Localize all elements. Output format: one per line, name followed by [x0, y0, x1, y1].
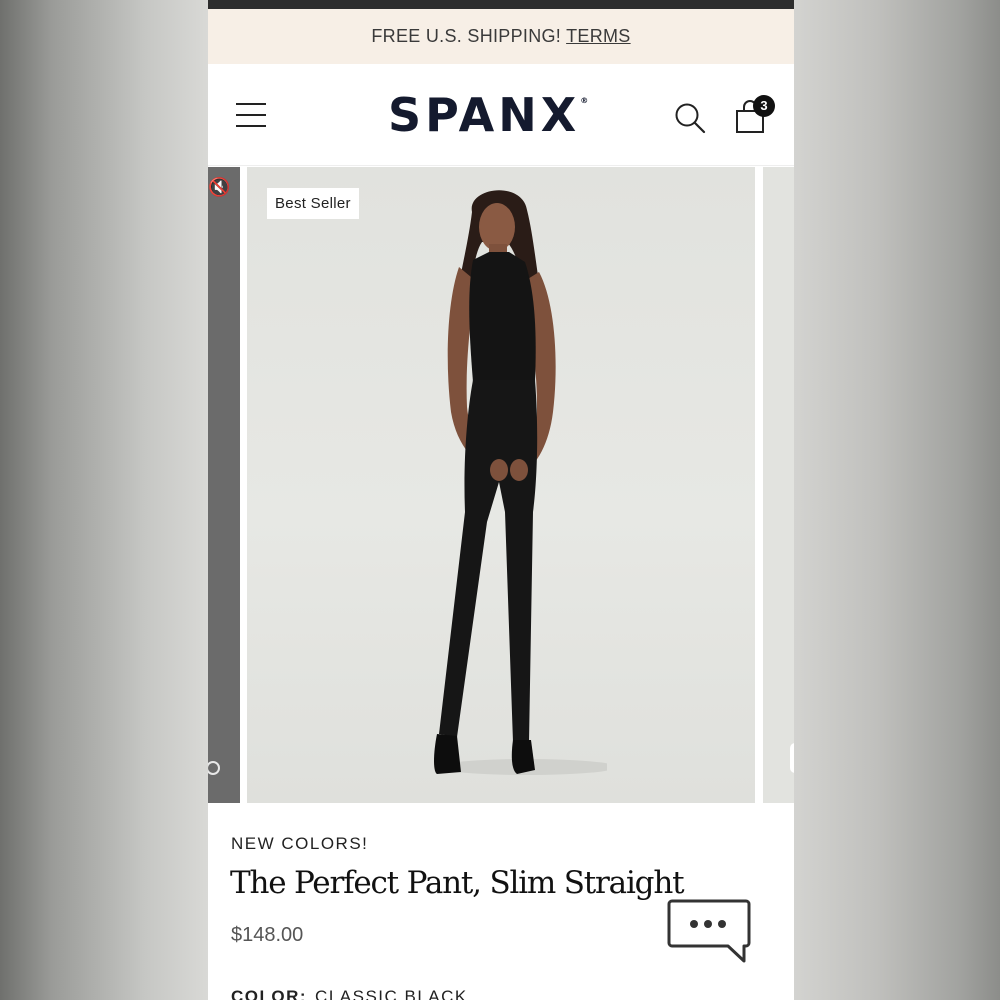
next-slide[interactable] [763, 167, 794, 803]
previous-slide[interactable]: 🔇 [208, 167, 240, 803]
color-label: COLOR: [231, 987, 308, 1000]
product-price: $148.00 [231, 924, 304, 946]
terms-link[interactable]: TERMS [566, 26, 631, 47]
chat-bubble-icon[interactable] [666, 897, 752, 967]
model-illustration [434, 190, 607, 775]
product-title: The Perfect Pant, Slim Straight [230, 865, 685, 901]
site-header: SPANX® 3 [208, 64, 794, 166]
background-right [794, 0, 1000, 1000]
video-control-icon[interactable] [208, 761, 220, 775]
spanx-logo[interactable]: SPANX® [388, 88, 588, 142]
search-icon[interactable] [674, 102, 706, 134]
hamburger-menu-icon[interactable] [236, 103, 266, 127]
promo-text: FREE U.S. SHIPPING! [371, 26, 562, 46]
slide-indicator [790, 743, 794, 773]
cart-count-badge: 3 [753, 95, 775, 117]
color-selector: COLOR: CLASSIC BLACK [231, 987, 468, 1000]
product-image-carousel[interactable]: 🔇 Best Seller [208, 167, 794, 803]
background-left [0, 0, 208, 1000]
mobile-page: FREE U.S. SHIPPING! TERMS SPANX® 3 🔇 Bes… [208, 0, 794, 1000]
best-seller-badge: Best Seller [267, 188, 359, 219]
product-image[interactable]: Best Seller [247, 167, 755, 803]
color-value: CLASSIC BLACK [315, 987, 468, 1000]
new-colors-label: NEW COLORS! [231, 834, 369, 853]
status-strip [208, 0, 794, 9]
product-info: NEW COLORS! The Perfect Pant, Slim Strai… [208, 803, 794, 1000]
promo-banner: FREE U.S. SHIPPING! TERMS [208, 9, 794, 64]
mute-icon[interactable]: 🔇 [208, 177, 230, 198]
